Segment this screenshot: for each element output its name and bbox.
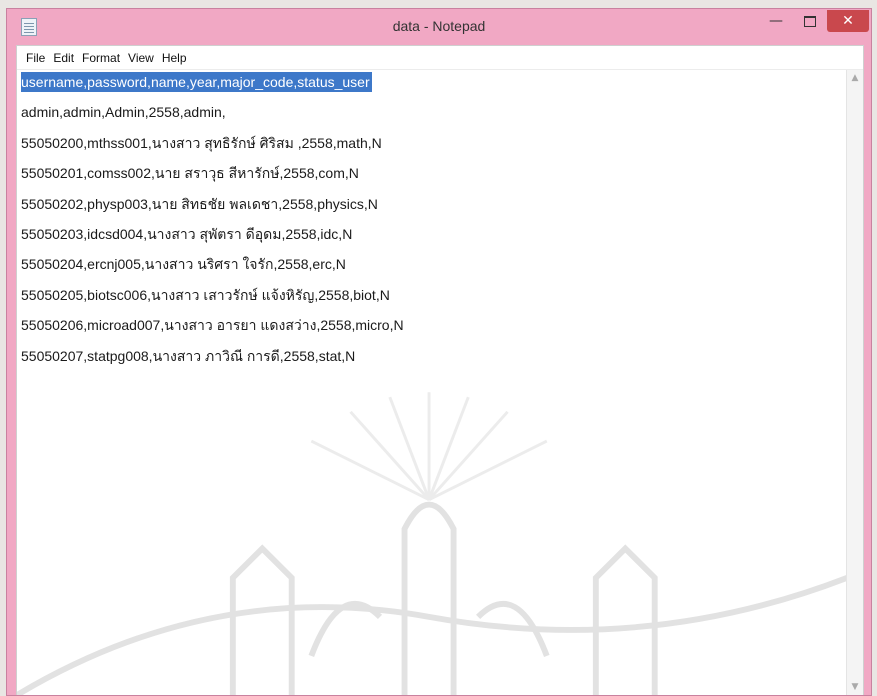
window-title: data - Notepad [392, 18, 486, 34]
scroll-down-icon[interactable]: ▼ [847, 679, 863, 695]
selected-text-line[interactable]: username,password,name,year,major_code,s… [21, 72, 372, 92]
text-line[interactable]: 55050207,statpg008,นางสาว ภาวิณี การดี,2… [21, 346, 355, 366]
close-button[interactable]: ✕ [827, 10, 869, 32]
maximize-icon [804, 15, 816, 27]
text-line[interactable]: 55050204,ercnj005,นางสาว นริศรา ใจรัก,25… [21, 254, 346, 274]
vertical-scrollbar[interactable]: ▲ ▼ [846, 70, 863, 695]
maximize-button[interactable] [795, 10, 825, 32]
scroll-up-icon[interactable]: ▲ [847, 70, 863, 86]
menu-file[interactable]: File [22, 51, 49, 65]
menu-help[interactable]: Help [158, 51, 191, 65]
menu-bar: File Edit Format View Help [17, 46, 863, 70]
notepad-window: data - Notepad — ✕ File Edit Format View… [6, 8, 872, 696]
close-icon: ✕ [842, 13, 854, 29]
text-line[interactable]: 55050202,physp003,นาย สิทธชัย พลเดชา,255… [21, 194, 378, 214]
text-line[interactable]: admin,admin,Admin,2558,admin, [21, 102, 226, 122]
title-bar[interactable]: data - Notepad — ✕ [7, 9, 871, 45]
menu-view[interactable]: View [124, 51, 158, 65]
menu-edit[interactable]: Edit [49, 51, 78, 65]
minimize-button[interactable]: — [759, 10, 793, 32]
text-line[interactable]: 55050203,idcsd004,นางสาว สุพัตรา ดีอุดม,… [21, 224, 352, 244]
minimize-icon: — [769, 13, 783, 29]
text-line[interactable]: 55050201,comss002,นาย สราวุธ สีหารักษ์,2… [21, 163, 359, 183]
text-line[interactable]: 55050205,biotsc006,นางสาว เสาวรักษ์ แจ้ง… [21, 285, 390, 305]
text-line[interactable]: 55050206,microad007,นางสาว อารยา แดงสว่า… [21, 315, 404, 335]
text-line[interactable]: 55050200,mthss001,นางสาว สุทธิรักษ์ ศิริ… [21, 133, 382, 153]
menu-format[interactable]: Format [78, 51, 124, 65]
text-editor[interactable]: username,password,name,year,major_code,s… [17, 70, 847, 695]
client-area: File Edit Format View Help username,pass… [16, 45, 864, 695]
